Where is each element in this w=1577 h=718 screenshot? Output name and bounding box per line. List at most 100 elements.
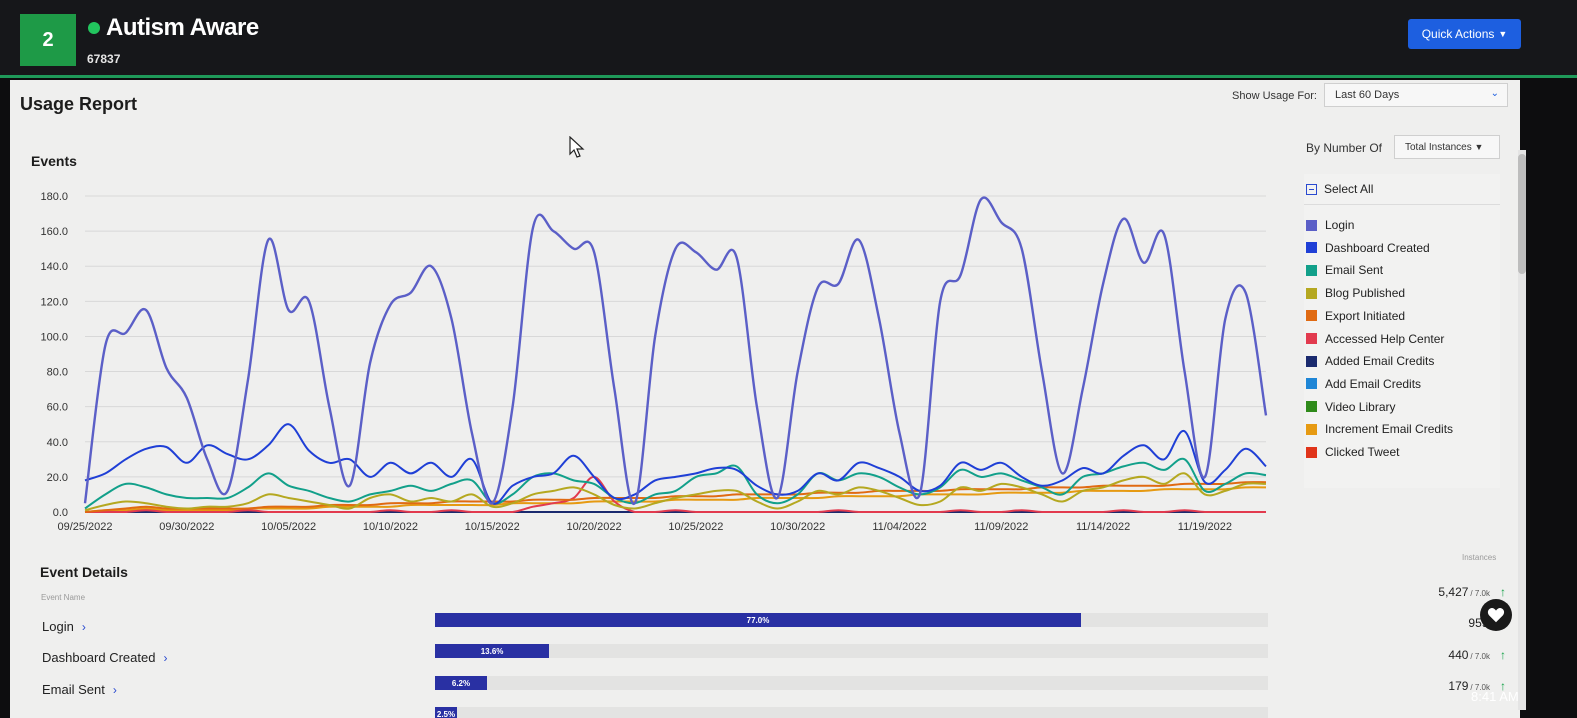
x-tick-label: 10/15/2022 [465, 521, 520, 533]
series-line-email-sent[interactable] [84, 457, 1267, 510]
event-details-title: Event Details [40, 564, 128, 580]
legend-item[interactable]: Email Sent [1306, 263, 1383, 277]
event-share-fill: 77.0% [435, 613, 1081, 627]
legend-item[interactable]: Accessed Help Center [1306, 332, 1444, 346]
x-tick-label: 10/20/2022 [567, 521, 622, 533]
legend-swatch [1306, 219, 1317, 231]
select-all-toggle[interactable]: Select All [1306, 182, 1373, 196]
y-tick-label: 140.0 [40, 261, 68, 273]
legend-item[interactable]: Added Email Credits [1306, 354, 1434, 368]
legend-item[interactable]: Increment Email Credits [1306, 422, 1453, 436]
quick-actions-label: Quick Actions [1421, 27, 1495, 41]
chevron-down-icon: ▼ [1474, 142, 1484, 152]
trend-up-icon: ↑ [1500, 648, 1506, 662]
x-tick-label: 11/09/2022 [974, 521, 1028, 533]
x-tick-label: 09/30/2022 [159, 521, 214, 533]
heart-icon [1487, 608, 1505, 623]
legend-swatch [1306, 446, 1317, 458]
legend-swatch [1306, 287, 1317, 299]
chevron-right-icon: › [163, 650, 168, 665]
event-share-bar: 2.5% [435, 707, 1268, 718]
event-row-name: Login [42, 619, 74, 634]
scrollbar-thumb[interactable] [1518, 154, 1526, 274]
legend-label: Export Initiated [1325, 308, 1406, 323]
org-name: Autism Aware [106, 14, 259, 41]
trend-up-icon: ↑ [1500, 585, 1506, 599]
x-tick-label: 10/05/2022 [261, 521, 316, 533]
event-count: 5,427/ 7.0k ↑ [1438, 585, 1506, 599]
events-line-chart: 0.0 20.0 40.0 60.0 80.0 100.0 120.0 140.0 160.0 1… [40, 191, 1268, 533]
event-share-bar: 13.6% [435, 644, 1268, 658]
legend-item[interactable]: Login [1306, 218, 1354, 232]
minus-checkbox-icon [1306, 183, 1317, 195]
metric-value: Total Instances [1405, 142, 1472, 153]
by-number-of-label: By Number Of [1306, 141, 1383, 155]
mouse-cursor-icon [569, 136, 585, 158]
y-tick-label: 160.0 [40, 226, 68, 238]
quick-actions-button[interactable]: Quick Actions ▼ [1408, 19, 1521, 49]
date-range-select[interactable]: Last 60 Days ⌄ [1324, 83, 1508, 107]
legend-swatch [1306, 242, 1317, 254]
x-tick-label: 09/25/2022 [57, 521, 112, 533]
x-tick-label: 11/14/2022 [1076, 521, 1130, 533]
favorite-button[interactable] [1480, 599, 1512, 631]
org-id: 67837 [87, 52, 121, 66]
org-badge[interactable]: 2 [20, 14, 76, 66]
y-tick-label: 20.0 [47, 472, 68, 484]
event-row-link[interactable]: Email Sent › [42, 682, 117, 697]
events-heading: Events [31, 153, 77, 169]
legend-item[interactable]: Dashboard Created [1306, 241, 1430, 255]
chart-legend: Select All Login Dashboard Created Email S… [1304, 174, 1500, 488]
x-tick-label: 11/19/2022 [1178, 521, 1232, 533]
event-row-link[interactable]: Dashboard Created › [42, 650, 167, 665]
legend-item[interactable]: Blog Published [1306, 286, 1405, 300]
legend-label: Accessed Help Center [1325, 331, 1445, 346]
event-share-fill: 6.2% [435, 676, 487, 690]
scrollbar[interactable] [1518, 150, 1526, 710]
legend-swatch [1306, 310, 1317, 322]
legend-swatch [1306, 264, 1317, 276]
series-line-login[interactable] [83, 196, 1268, 505]
legend-label: Video Library [1325, 399, 1396, 414]
chevron-down-icon: ▼ [1498, 29, 1508, 39]
legend-label: Email Sent [1325, 263, 1384, 278]
legend-label: Add Email Credits [1325, 376, 1422, 391]
event-share-bar: 6.2% [435, 676, 1268, 690]
y-tick-label: 0.0 [53, 507, 68, 519]
event-share-fill: 2.5% [435, 707, 457, 718]
legend-divider [1304, 204, 1500, 205]
chevron-right-icon: › [81, 619, 86, 634]
show-usage-for-label: Show Usage For: [1232, 90, 1317, 102]
y-tick-label: 100.0 [40, 331, 68, 343]
event-row-name: Dashboard Created [42, 650, 156, 665]
event-row-link[interactable]: Login › [42, 619, 86, 634]
event-share-fill: 13.6% [435, 644, 550, 658]
y-tick-label: 60.0 [47, 402, 68, 414]
y-tick-label: 120.0 [40, 296, 68, 308]
event-count-value: 440 [1448, 648, 1469, 662]
page-title: Usage Report [20, 94, 138, 114]
metric-select[interactable]: Total Instances ▼ [1394, 135, 1500, 159]
legend-swatch [1306, 423, 1317, 435]
event-name-column-header: Event Name [41, 593, 86, 602]
legend-label: Clicked Tweet [1325, 445, 1400, 459]
legend-item[interactable]: Clicked Tweet [1306, 445, 1399, 459]
legend-label: Added Email Credits [1325, 354, 1435, 369]
status-dot-icon [88, 22, 100, 34]
legend-item[interactable]: Add Email Credits [1306, 377, 1421, 391]
chevron-down-icon: ⌄ [1490, 88, 1499, 99]
x-tick-label: 10/25/2022 [668, 521, 723, 533]
app-root: 2 Autism Aware 67837 Quick Actions ▼ Usa… [0, 0, 1577, 718]
system-clock: 8:41 AM [1471, 689, 1519, 704]
y-tick-label: 180.0 [40, 191, 68, 203]
x-tick-label: 10/30/2022 [770, 521, 825, 533]
date-range-value: Last 60 Days [1335, 89, 1400, 101]
event-count-value: 5,427 [1438, 585, 1469, 599]
legend-item[interactable]: Video Library [1306, 400, 1396, 414]
legend-swatch [1306, 333, 1317, 344]
legend-item[interactable]: Export Initiated [1306, 309, 1405, 323]
event-count-total: / 7.0k [1470, 589, 1490, 598]
legend-swatch [1306, 401, 1317, 413]
select-all-label: Select All [1324, 182, 1374, 196]
legend-label: Dashboard Created [1325, 240, 1430, 255]
